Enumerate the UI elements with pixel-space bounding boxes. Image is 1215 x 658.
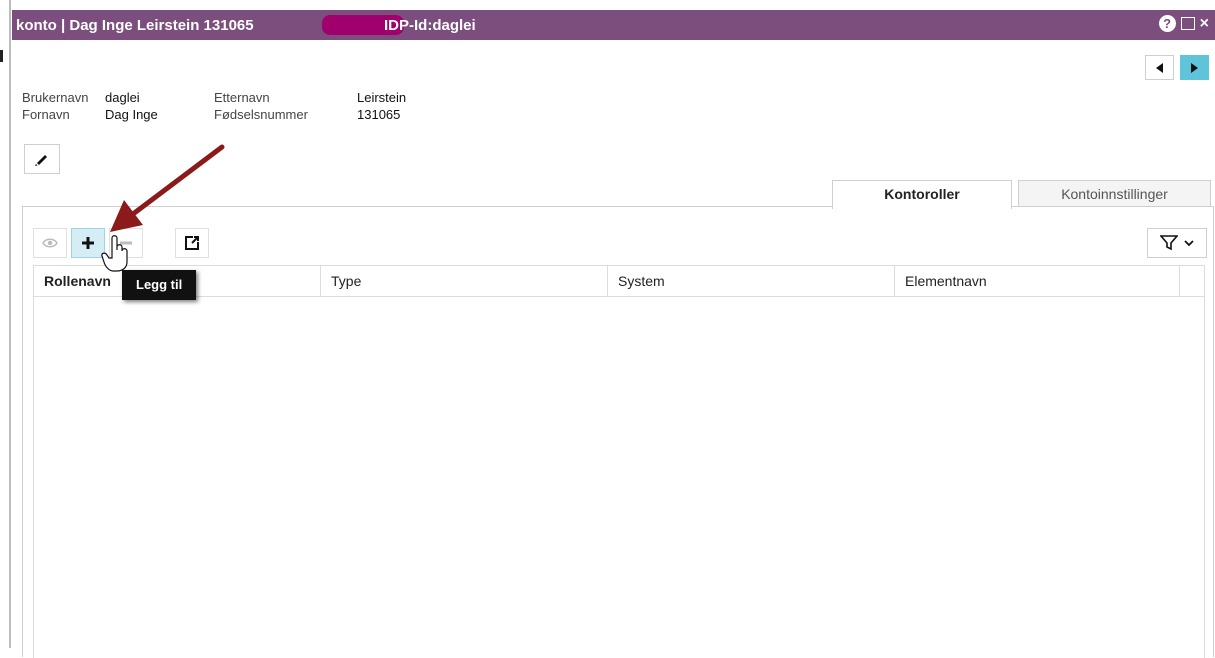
export-button[interactable] [175, 228, 209, 258]
minus-icon [120, 241, 132, 245]
maximize-icon[interactable] [1180, 17, 1195, 30]
column-header-system[interactable]: System [608, 266, 895, 296]
edge-marker [0, 50, 3, 62]
tab-kontoroller[interactable]: Kontoroller [832, 180, 1012, 209]
column-header-type[interactable]: Type [321, 266, 608, 296]
add-button[interactable] [71, 228, 105, 258]
ssn-label: Fødselsnummer [214, 107, 308, 122]
caret-left-icon [1156, 62, 1163, 73]
view-button[interactable] [33, 228, 67, 258]
help-icon[interactable]: ? [1158, 15, 1176, 32]
remove-button[interactable] [109, 228, 143, 258]
record-navigation [1145, 55, 1209, 80]
firstname-value: Dag Inge [105, 107, 158, 122]
table-header: Rollenavn Type System Elementnavn [34, 266, 1204, 297]
column-header-spacer [1180, 266, 1204, 296]
filter-button[interactable] [1147, 228, 1207, 258]
close-icon[interactable]: × [1200, 15, 1209, 32]
add-tooltip: Legg til [122, 270, 197, 300]
external-link-icon [185, 236, 199, 250]
username-value: daglei [105, 90, 140, 105]
column-header-elementnavn[interactable]: Elementnavn [895, 266, 1180, 296]
window-left-edge [0, 0, 11, 648]
chevron-down-icon [1184, 239, 1194, 246]
roles-panel: Rollenavn Type System Elementnavn [22, 206, 1214, 658]
account-dialog: konto | Dag Inge Leirstein 131065 IDP-Id… [12, 10, 1215, 658]
tab-kontoinnstillinger[interactable]: Kontoinnstillinger [1018, 180, 1211, 209]
title-bar[interactable]: konto | Dag Inge Leirstein 131065 IDP-Id… [12, 10, 1215, 40]
firstname-label: Fornavn [22, 107, 70, 122]
ssn-value: 131065 [357, 107, 401, 122]
funnel-icon [1160, 235, 1178, 251]
previous-button[interactable] [1145, 55, 1174, 80]
window-title: konto | Dag Inge Leirstein 131065 [16, 17, 254, 34]
window-controls: ? × [1158, 15, 1209, 32]
roles-table: Rollenavn Type System Elementnavn [33, 265, 1205, 658]
caret-right-icon [1191, 62, 1198, 73]
pencil-icon [35, 155, 47, 166]
next-button[interactable] [1180, 55, 1209, 80]
lastname-value: Leirstein [357, 90, 407, 105]
plus-icon [82, 237, 94, 249]
edit-button[interactable] [24, 144, 60, 174]
window-title-id: IDP-Id:daglei [384, 17, 476, 34]
eye-icon [42, 238, 58, 248]
lastname-label: Etternavn [214, 90, 270, 105]
username-label: Brukernavn [22, 90, 89, 105]
